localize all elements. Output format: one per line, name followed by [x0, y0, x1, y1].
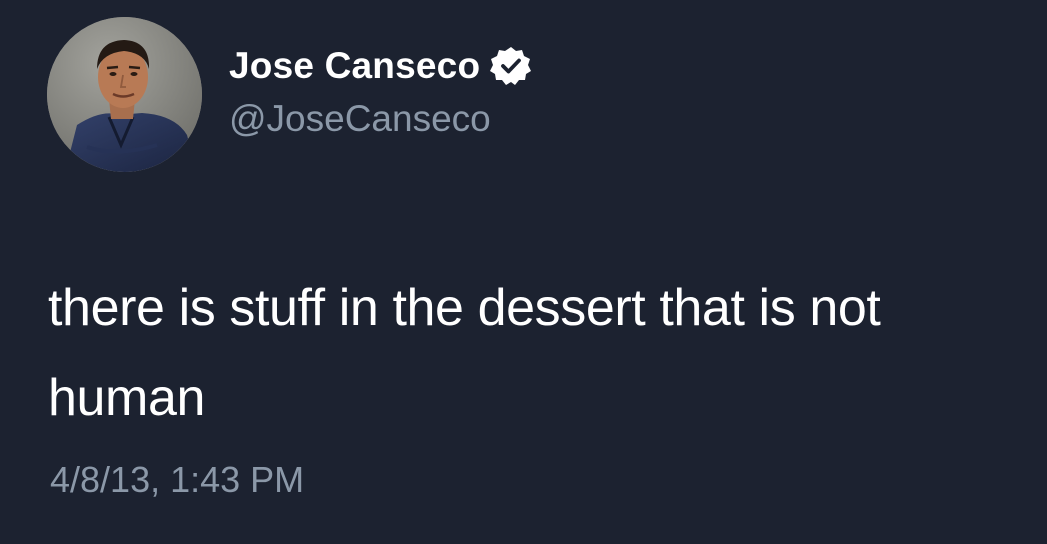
tweet-text: there is stuff in the dessert that is no…	[48, 279, 881, 427]
tweet-timestamp[interactable]: 4/8/13, 1:43 PM	[50, 459, 304, 501]
display-name[interactable]: Jose Canseco	[229, 45, 480, 87]
tweet-card: Jose Canseco @JoseCanseco there is stuff…	[0, 0, 1047, 544]
profile-photo	[47, 17, 202, 172]
author-name-row[interactable]: Jose Canseco	[229, 41, 532, 91]
avatar[interactable]	[47, 17, 202, 172]
user-handle[interactable]: @JoseCanseco	[229, 98, 491, 140]
verified-badge-icon	[490, 45, 532, 87]
